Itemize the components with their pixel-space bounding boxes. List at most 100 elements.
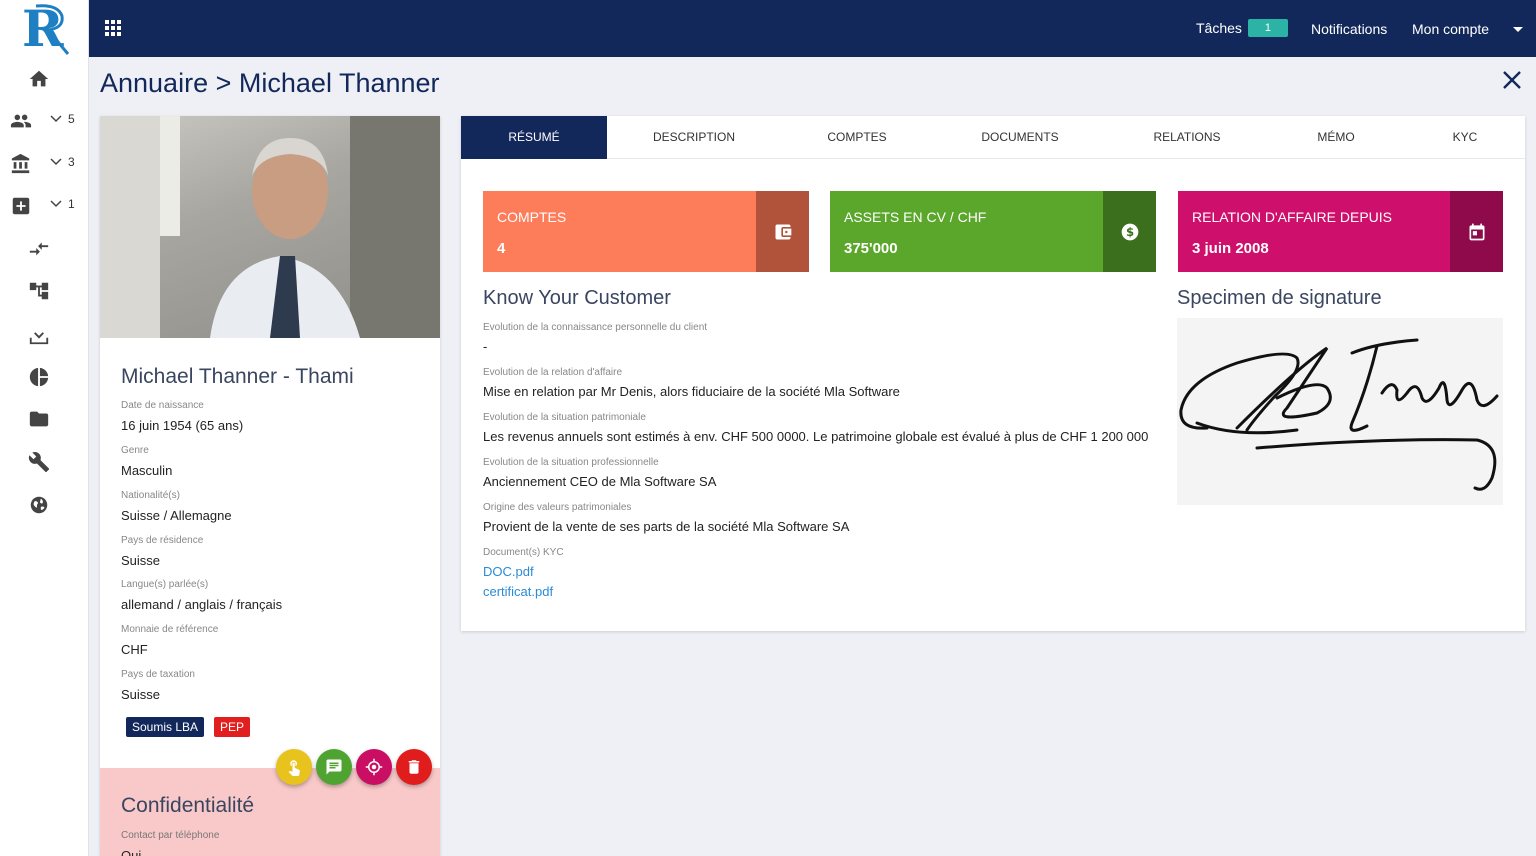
caret-down-icon [1513,26,1524,32]
trash-icon [408,760,420,774]
chevron-down-icon [50,158,62,166]
breadcrumb-current: Michael Thanner [238,68,440,98]
signature-title: Specimen de signature [1177,287,1382,309]
sidebar-item-download[interactable] [0,320,89,350]
sidebar-item-globe[interactable] [0,490,89,520]
sidebar-item-users[interactable]: 5 [0,106,89,136]
target-button[interactable] [356,749,392,785]
account-menu[interactable]: Mon compte [1412,21,1524,37]
target-icon [365,758,383,776]
field-label: Langue(s) parlée(s) [121,579,209,590]
kyc-docs-label: Document(s) KYC [483,547,564,558]
apps-grid-icon[interactable] [105,20,121,36]
sidebar-item-reports[interactable] [0,362,89,392]
tab-bar: RÉSUMÉ DESCRIPTION COMPTES DOCUMENTS REL… [461,116,1525,159]
stat-value: 3 juin 2008 [1192,240,1269,257]
comment-button[interactable] [316,749,352,785]
sidebar-item-home[interactable] [0,64,89,94]
delete-button[interactable] [396,749,432,785]
kyc-doc-link[interactable]: DOC.pdf [483,564,534,579]
stat-relation-since[interactable]: RELATION D'AFFAIRE DEPUIS 3 juin 2008 [1178,191,1503,272]
touch-button[interactable] [276,749,312,785]
sidebar-item-add[interactable]: 1 [0,191,89,221]
svg-text:$: $ [1125,225,1133,239]
account-label: Mon compte [1412,21,1490,37]
field-label: Date de naissance [121,400,204,411]
touch-icon [288,760,300,776]
stat-label: RELATION D'AFFAIRE DEPUIS [1192,209,1393,225]
kyc-label: Evolution de la situation patrimoniale [483,412,646,423]
kyc-label: Evolution de la connaissance personnelle… [483,322,708,333]
calendar-icon [1450,191,1503,272]
field-taxation: Pays de taxation Suisse [121,669,195,702]
confidentiality-title: Confidentialité [121,794,255,817]
profile-card: Michael Thanner - Thami Date de naissanc… [100,116,440,856]
kyc-value: Les revenus annuels sont estimés à env. … [483,429,1149,444]
bank-count: 3 [50,155,75,169]
breadcrumb-separator: > [215,68,232,98]
kyc-value: Provient de la vente de ses parts de la … [483,519,850,534]
kyc-field-relation: Evolution de la relation d'affaire Mise … [483,367,900,399]
globe-icon [30,496,48,514]
confidentiality-value: Oui [121,848,142,856]
logo-icon[interactable]: R [18,2,74,56]
tab-kyc[interactable]: KYC [1435,116,1495,159]
notifications-button[interactable]: Notifications [1311,21,1387,37]
sidebar-item-bank[interactable]: 3 [0,149,89,179]
kyc-doc-link[interactable]: certificat.pdf [483,584,553,599]
kyc-docs-section: Document(s) KYC [483,547,564,558]
chevron-down-icon [50,200,62,208]
field-label: Pays de résidence [121,535,204,546]
comment-icon [326,759,342,775]
tasks-button[interactable]: Tâches 1 [1196,19,1288,37]
tab-comptes[interactable]: COMPTES [807,116,907,159]
kyc-field-wealth: Evolution de la situation patrimoniale L… [483,412,1148,444]
stat-assets[interactable]: ASSETS EN CV / CHF 375'000 $ [830,191,1156,272]
field-value: 16 juin 1954 (65 ans) [121,418,244,433]
wrench-icon [28,452,50,473]
tab-resume[interactable]: RÉSUMÉ [461,116,607,159]
transfer-icon [29,242,49,256]
kyc-value: Mise en relation par Mr Denis, alors fid… [483,384,900,399]
stat-value: 375'000 [844,240,898,257]
sidebar-item-transfer[interactable] [0,233,89,263]
add-count: 1 [50,197,75,211]
field-label: Monnaie de référence [121,624,219,635]
tasks-label: Tâches [1196,20,1242,36]
field-gender: Genre Masculin [121,445,172,478]
close-icon[interactable] [1500,68,1524,92]
sidebar-item-hierarchy[interactable] [0,276,89,306]
kyc-field-origin: Origine des valeurs patrimoniales Provie… [483,502,849,534]
tab-documents[interactable]: DOCUMENTS [965,116,1075,159]
tab-relations[interactable]: RELATIONS [1137,116,1237,159]
field-value: Masculin [121,463,173,478]
users-count: 5 [50,112,75,126]
wallet-icon [756,191,809,272]
sidebar-item-folder[interactable] [0,404,89,434]
sidebar: R 5 3 1 [0,0,89,856]
chevron-down-icon [50,115,62,123]
field-value: Suisse / Allemagne [121,508,232,523]
users-icon [10,114,32,128]
stat-comptes[interactable]: COMPTES 4 [483,191,809,272]
breadcrumb-root[interactable]: Annuaire [100,68,208,98]
stat-value: 4 [497,240,506,257]
tab-memo[interactable]: MÉMO [1296,116,1376,159]
sidebar-item-tools[interactable] [0,447,89,477]
stat-label: COMPTES [497,209,567,225]
kyc-title: Know Your Customer [483,287,671,309]
field-currency: Monnaie de référence CHF [121,624,218,657]
field-residence: Pays de résidence Suisse [121,535,203,568]
kyc-value: - [483,339,488,354]
folder-icon [29,411,49,427]
field-languages: Langue(s) parlée(s) allemand / anglais /… [121,579,282,612]
hierarchy-icon [29,282,49,300]
tag-pep: PEP [214,717,251,737]
kyc-field-professional: Evolution de la situation professionnell… [483,457,716,489]
kyc-label: Evolution de la situation professionnell… [483,457,659,468]
tab-description[interactable]: DESCRIPTION [629,116,759,159]
confidentiality-section: Confidentialité Contact par téléphone Ou… [100,768,440,856]
field-label: Nationalité(s) [121,490,180,501]
tasks-badge: 1 [1247,19,1288,37]
home-icon [29,70,49,87]
